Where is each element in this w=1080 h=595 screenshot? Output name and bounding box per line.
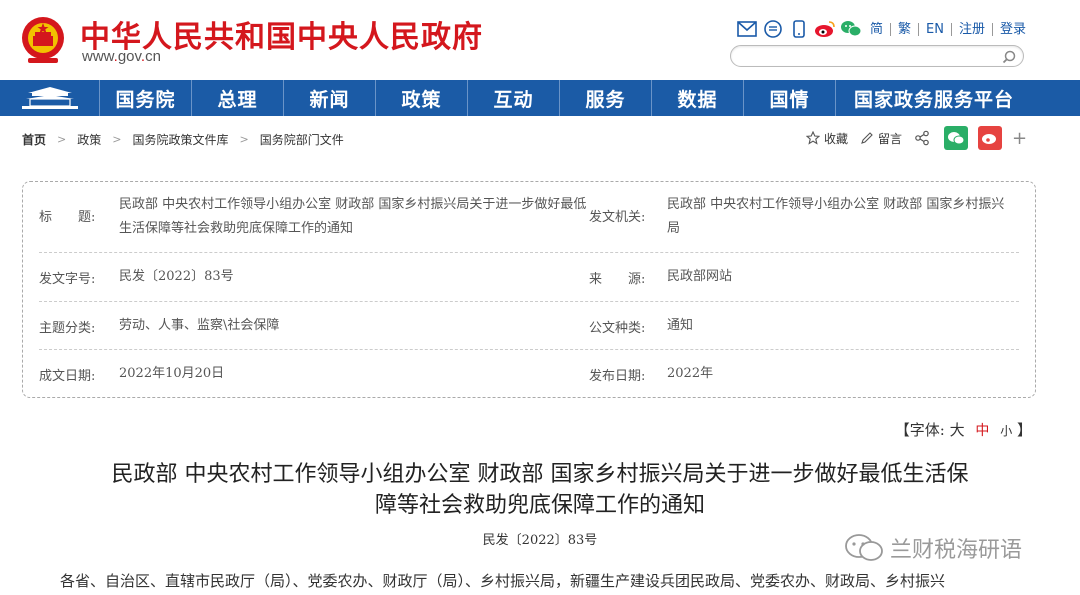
breadcrumb-policy[interactable]: 政策: [77, 131, 101, 148]
share-icon: [915, 130, 929, 146]
chevron-right-icon: >: [112, 133, 122, 146]
article-title: 民政部 中央农村工作领导小组办公室 财政部 国家乡村振兴局关于进一步做好最低生活…: [52, 459, 1028, 521]
font-size-prefix: 【字体:: [894, 421, 945, 439]
title-label: 标 题:: [39, 210, 96, 225]
title-value: 民政部 中央农村工作领导小组办公室 财政部 国家乡村振兴局关于进一步做好最低生活…: [119, 197, 587, 236]
wechat-icon[interactable]: [840, 18, 862, 40]
nav-item-services[interactable]: 服务: [560, 80, 652, 116]
national-emblem-icon[interactable]: [20, 14, 66, 66]
written-date-label: 成文日期:: [39, 369, 96, 384]
breadcrumb-home[interactable]: 首页: [22, 131, 46, 148]
type-value: 通知: [667, 318, 694, 333]
url-cn: cn: [145, 48, 161, 65]
lang-en-link[interactable]: EN: [918, 22, 951, 36]
wechat-share-icon[interactable]: [944, 126, 969, 150]
plus-icon: +: [1012, 127, 1028, 149]
weibo-share-icon[interactable]: [978, 126, 1003, 150]
document-info-table: 标 题: 民政部 中央农村工作领导小组办公室 财政部 国家乡村振兴局关于进一步做…: [22, 181, 1036, 398]
mail-icon[interactable]: [736, 18, 758, 40]
source-label: 来 源:: [589, 272, 646, 287]
info-row-docno: 发文字号: 民发〔2022〕83号 来 源: 民政部网站: [39, 253, 1019, 302]
nav-item-news[interactable]: 新闻: [284, 80, 376, 116]
favorite-label: 收藏: [824, 131, 849, 146]
docno-label: 发文字号:: [39, 272, 96, 287]
star-icon: [806, 131, 820, 145]
lang-traditional-link[interactable]: 繁: [890, 22, 918, 36]
message-icon[interactable]: [762, 18, 784, 40]
info-row-dates: 成文日期: 2022年10月20日 发布日期: 2022年: [39, 350, 1019, 398]
topic-label: 主题分类:: [39, 321, 96, 336]
nav-item-service-platform[interactable]: 国家政务服务平台: [836, 80, 1032, 116]
issuer-label: 发文机关:: [589, 210, 646, 225]
nav-item-policy[interactable]: 政策: [376, 80, 468, 116]
search-icon[interactable]: [1001, 49, 1017, 65]
chevron-right-icon: >: [239, 133, 249, 146]
register-link[interactable]: 注册: [950, 22, 992, 36]
published-date-label: 发布日期:: [589, 369, 646, 384]
tiananmen-logo-icon[interactable]: [0, 80, 100, 116]
lang-simplified-link[interactable]: 简: [866, 23, 890, 36]
issuer-value: 民政部 中央农村工作领导小组办公室 财政部 国家乡村振兴局: [667, 197, 1005, 236]
comment-button[interactable]: 留言: [860, 130, 902, 147]
font-size-large-button[interactable]: 大: [950, 421, 965, 439]
nav-item-data[interactable]: 数据: [652, 80, 744, 116]
type-label: 公文种类:: [589, 321, 646, 336]
url-gov: gov: [117, 48, 141, 65]
comment-label: 留言: [878, 131, 903, 146]
info-row-topic: 主题分类: 劳动、人事、监察\社会保障 公文种类: 通知: [39, 302, 1019, 350]
mobile-icon[interactable]: [788, 18, 810, 40]
search-input[interactable]: [730, 45, 1024, 67]
site-header: 中华人民共和国中央人民政府 www.gov.cn 简 繁 EN 注册 登录: [0, 0, 1080, 80]
site-url[interactable]: www.gov.cn: [82, 48, 161, 65]
article-body-first-line: 各省、自治区、直辖市民政厅（局）、党委农办、财政厅（局）、乡村振兴局，新疆生产建…: [60, 572, 946, 590]
breadcrumb: 首页 > 政策 > 国务院政策文件库 > 国务院部门文件: [22, 131, 344, 148]
favorite-button[interactable]: 收藏: [806, 130, 848, 147]
nav-item-interaction[interactable]: 互动: [468, 80, 560, 116]
breadcrumb-department-docs[interactable]: 国务院部门文件: [260, 131, 344, 148]
nav-item-premier[interactable]: 总理: [192, 80, 284, 116]
article-title-line-2: 障等社会救助兜底保障工作的通知: [374, 493, 705, 518]
breadcrumb-policy-library[interactable]: 国务院政策文件库: [132, 131, 228, 148]
share-button[interactable]: [914, 130, 934, 146]
weibo-icon[interactable]: [814, 18, 836, 40]
watermark: 兰财税海研语: [844, 532, 1022, 564]
written-date-value: 2022年10月20日: [119, 366, 225, 381]
pencil-icon: [861, 132, 873, 144]
nav-item-national-info[interactable]: 国情: [744, 80, 836, 116]
docno-value: 民发〔2022〕83号: [119, 269, 234, 284]
info-row-title: 标 题: 民政部 中央农村工作领导小组办公室 财政部 国家乡村振兴局关于进一步做…: [39, 182, 1019, 253]
font-size-control: 【字体: 大 中 小 】: [895, 419, 1032, 440]
font-size-medium-button[interactable]: 中: [975, 423, 989, 439]
more-share-button[interactable]: +: [1012, 128, 1027, 149]
wechat-watermark-icon: [845, 534, 883, 561]
url-www: www: [82, 48, 114, 65]
nav-item-state-council[interactable]: 国务院: [100, 80, 192, 116]
published-date-value: 2022年: [667, 366, 714, 381]
topic-value: 劳动、人事、监察\社会保障: [119, 318, 280, 333]
article-tools: 收藏 留言 +: [806, 126, 1039, 150]
chevron-right-icon: >: [57, 133, 67, 146]
login-link[interactable]: 登录: [992, 22, 1033, 36]
source-value: 民政部网站: [667, 269, 733, 284]
article-title-line-1: 民政部 中央农村工作领导小组办公室 财政部 国家乡村振兴局关于进一步做好最低生活…: [111, 462, 969, 487]
main-nav: 国务院 总理 新闻 政策 互动 服务 数据 国情 国家政务服务平台: [0, 80, 1080, 116]
watermark-text: 兰财税海研语: [890, 538, 1023, 563]
font-size-suffix: 】: [1016, 421, 1032, 439]
top-links: 简 繁 EN 注册 登录: [736, 17, 1033, 41]
font-size-small-button[interactable]: 小: [1000, 424, 1012, 438]
